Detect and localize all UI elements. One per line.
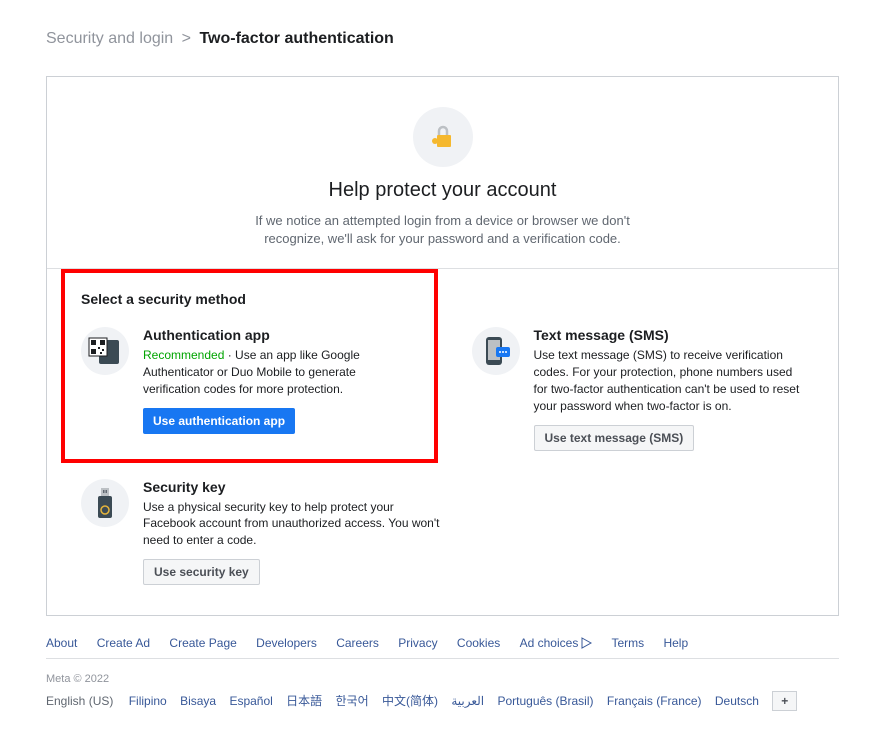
- method-sms: Text message (SMS) Use text message (SMS…: [458, 317, 819, 464]
- lang-bisaya[interactable]: Bisaya: [180, 694, 216, 708]
- page-title: Help protect your account: [47, 179, 838, 202]
- phone-sms-icon: [472, 327, 520, 375]
- breadcrumb-separator: >: [182, 30, 191, 47]
- method-title-app: Authentication app: [143, 327, 414, 343]
- qr-app-icon: [81, 327, 129, 375]
- language-list: English (US) Filipino Bisaya Español 日本語…: [46, 691, 839, 711]
- method-security-key: Security key Use a physical security key…: [47, 465, 838, 585]
- lang-portuguese[interactable]: Português (Brasil): [497, 694, 593, 708]
- method-desc-key: Use a physical security key to help prot…: [143, 499, 443, 549]
- lang-french[interactable]: Français (France): [607, 694, 702, 708]
- lang-arabic[interactable]: العربية: [451, 694, 484, 708]
- lang-espanol[interactable]: Español: [229, 694, 272, 708]
- footer-links: About Create Ad Create Page Developers C…: [46, 628, 839, 659]
- use-security-key-button[interactable]: Use security key: [143, 559, 260, 585]
- lang-japanese[interactable]: 日本語: [286, 694, 322, 708]
- breadcrumb-parent[interactable]: Security and login: [46, 30, 173, 47]
- copyright: Meta © 2022: [46, 673, 839, 685]
- two-factor-card: Help protect your account If we notice a…: [46, 76, 839, 616]
- current-language: English (US): [46, 694, 113, 708]
- adchoices-icon: [580, 637, 592, 649]
- more-languages-button[interactable]: +: [772, 691, 797, 711]
- section-title: Select a security method: [47, 269, 838, 317]
- lock-key-icon: [413, 107, 473, 167]
- usb-key-icon: [81, 479, 129, 527]
- hero-section: Help protect your account If we notice a…: [47, 97, 838, 269]
- lang-german[interactable]: Deutsch: [715, 694, 759, 708]
- lang-korean[interactable]: 한국어: [336, 694, 369, 708]
- page-description: If we notice an attempted login from a d…: [243, 212, 643, 248]
- breadcrumb: Security and login > Two-factor authenti…: [46, 30, 839, 48]
- method-title-sms: Text message (SMS): [534, 327, 805, 343]
- method-authentication-app: Authentication app Recommended · Use an …: [67, 317, 428, 464]
- breadcrumb-current: Two-factor authentication: [199, 30, 393, 47]
- footer: About Create Ad Create Page Developers C…: [46, 628, 839, 711]
- method-title-key: Security key: [143, 479, 443, 495]
- use-authentication-app-button[interactable]: Use authentication app: [143, 408, 295, 434]
- use-text-message-button[interactable]: Use text message (SMS): [534, 425, 695, 451]
- lang-filipino[interactable]: Filipino: [129, 694, 167, 708]
- lang-chinese[interactable]: 中文(简体): [382, 694, 438, 708]
- method-desc-app: Recommended · Use an app like Google Aut…: [143, 347, 414, 397]
- recommended-label: Recommended: [143, 348, 224, 362]
- method-desc-sms: Use text message (SMS) to receive verifi…: [534, 347, 805, 414]
